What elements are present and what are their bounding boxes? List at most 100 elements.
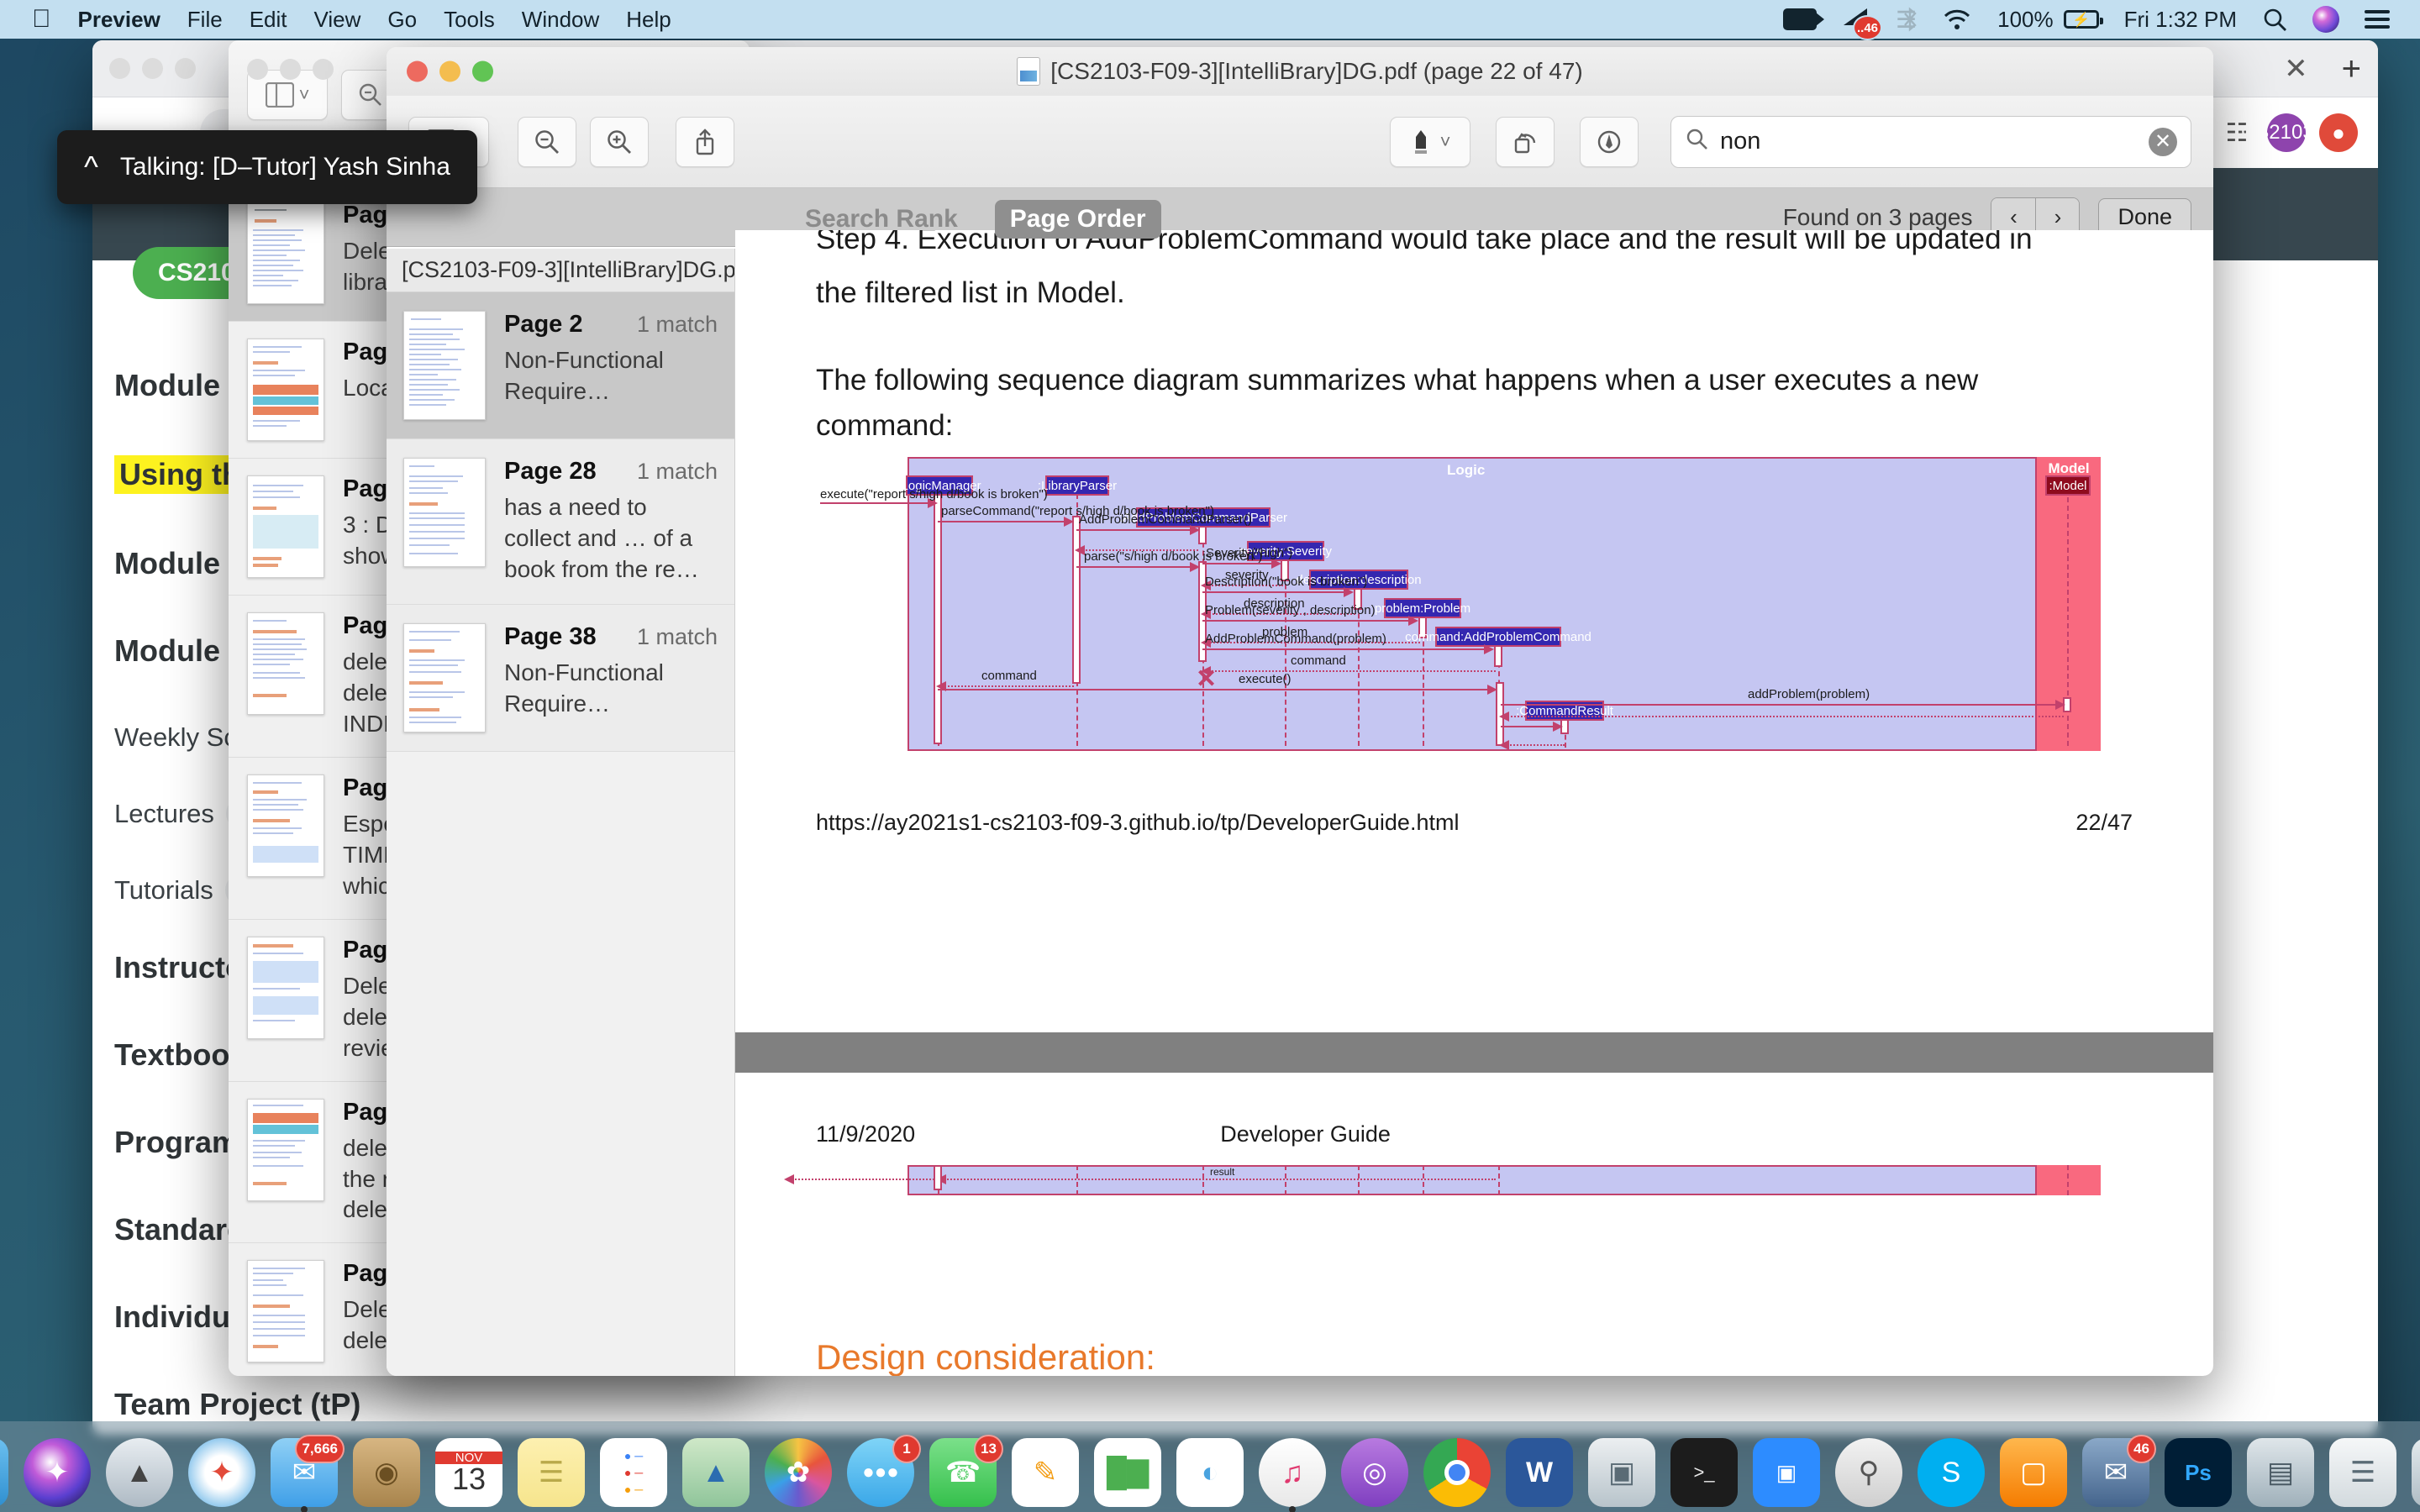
plus-icon[interactable]: + (2342, 52, 2361, 86)
preview-toolbar[interactable]: ˅ ˅ ✕ (387, 96, 2213, 188)
sidebar-item-team-project[interactable]: Team Project (tP) (114, 1387, 563, 1422)
macos-menu-bar[interactable]:  Preview File Edit View Go Tools Window… (0, 0, 2420, 39)
dock-item-documents[interactable]: ☰ (2329, 1438, 2396, 1507)
wifi-icon[interactable] (1942, 8, 1972, 31)
dock-item-terminal[interactable]: >_ (1670, 1438, 1738, 1507)
zoom-out-icon[interactable] (518, 117, 576, 167)
zoom-camera-icon[interactable] (1783, 8, 1817, 30)
rotate-icon[interactable] (1496, 117, 1555, 167)
msg-label-result: result (1210, 1166, 1234, 1178)
control-center-icon[interactable] (2365, 10, 2390, 29)
dock-item-music[interactable]: ♫ (1259, 1438, 1326, 1507)
list-item[interactable]: Page 38 1 match Non-Functional Require… (387, 605, 734, 752)
preview-front-sidebar[interactable]: [CS2103-F09-3][IntelliBrary]DG.pdf Pag (387, 249, 735, 1376)
dock-item-reminders[interactable]: ● ─● ─ ● ─ (600, 1438, 667, 1507)
dock-item-numbers[interactable]: █▇ (1094, 1438, 1161, 1507)
close-icon[interactable]: ✕ (2284, 55, 2308, 83)
menu-item-tools[interactable]: Tools (444, 7, 495, 33)
dock-item-finder[interactable]: ☺ (0, 1438, 8, 1507)
preview-window-front[interactable]: [CS2103-F09-3][IntelliBrary]DG.pdf (page… (387, 47, 2213, 1376)
battery-icon[interactable]: ⚡ (2064, 10, 2099, 29)
page-thumbnail (247, 937, 324, 1039)
search-input[interactable] (1720, 128, 2137, 155)
highlight-icon[interactable] (1580, 117, 1639, 167)
menu-item-help[interactable]: Help (626, 7, 671, 33)
list-item[interactable]: Page 2 1 match Non-Functional Require… (387, 292, 734, 439)
dock-item-contacts[interactable]: ◉ (353, 1438, 420, 1507)
menu-item-window[interactable]: Window (522, 7, 599, 33)
spotlight-search-icon[interactable] (2262, 7, 2287, 32)
page-thumbnail (247, 339, 324, 441)
traffic-lights-front[interactable] (407, 61, 493, 82)
chevron-down-icon[interactable]: ˅ (1440, 131, 1451, 153)
preview-front-results-list[interactable]: Page 2 1 match Non-Functional Require… (387, 292, 734, 752)
search-icon (1685, 127, 1708, 157)
dock-item-pages[interactable]: ✎ (1012, 1438, 1079, 1507)
close-button[interactable] (247, 59, 268, 80)
dock-item-skype[interactable]: S (1918, 1438, 1985, 1507)
list-item[interactable]: Page 28 1 match has a need to collect an… (387, 439, 734, 605)
dock-item-ibooks[interactable]: ▢ (2000, 1438, 2067, 1507)
preview-title-bar[interactable]: [CS2103-F09-3][IntelliBrary]DG.pdf (page… (387, 47, 2213, 96)
menu-item-edit[interactable]: Edit (250, 7, 287, 33)
close-button[interactable] (109, 58, 130, 79)
minimize-button[interactable] (439, 61, 460, 82)
dock-item-podcasts[interactable]: ◎ (1341, 1438, 1408, 1507)
menu-item-go[interactable]: Go (387, 7, 417, 33)
markup-pen-icon[interactable]: ˅ (1390, 117, 1470, 167)
dock-item-photos[interactable]: ✿ (765, 1438, 832, 1507)
dock-item-messages[interactable]: ●●● 1 (847, 1438, 914, 1507)
menu-item-preview[interactable]: Preview (78, 7, 160, 33)
bluetooth-icon[interactable]: ☰ (1896, 6, 1917, 34)
extension-red-icon[interactable]: ● (2319, 113, 2358, 152)
dock-item-spotlight-app[interactable]: ⚲ (1835, 1438, 1902, 1507)
menu-bar-clock[interactable]: Fri 1:32 PM (2124, 7, 2237, 33)
clear-icon[interactable]: ✕ (2149, 128, 2177, 156)
maximize-button[interactable] (472, 61, 493, 82)
tab-page-order[interactable]: Page Order (995, 200, 1161, 239)
dock-item-zoom[interactable]: ▣ (1753, 1438, 1820, 1507)
share-icon[interactable] (676, 117, 734, 167)
dock-item-maps[interactable]: ▲ (682, 1438, 750, 1507)
dock-item-photoshop[interactable]: Ps (2165, 1438, 2232, 1507)
apple-icon[interactable]:  (32, 7, 51, 32)
pdf-paragraph-1: the filtered list in Model. (816, 270, 1125, 316)
minimize-button[interactable] (142, 58, 163, 79)
msg-arrow-problem (1202, 620, 1417, 622)
dock-item-trash[interactable]: ◫ (2412, 1438, 2420, 1507)
dock-item-word[interactable]: W (1506, 1438, 1573, 1507)
sidebar-tabs[interactable]: Search Rank Page Order (790, 200, 1161, 239)
traffic-lights-back[interactable] (247, 59, 334, 80)
battery-percent[interactable]: 100% (1997, 7, 2054, 33)
search-field[interactable]: ✕ (1670, 116, 2191, 168)
dock-item-calendar[interactable]: NOV 13 (435, 1438, 502, 1507)
maximize-button[interactable] (313, 59, 334, 80)
menu-item-view[interactable]: View (314, 7, 361, 33)
chevron-up-icon[interactable]: ^ (84, 152, 98, 182)
macos-dock[interactable]: ☺ ✦ ▲ ✦ ✉ 7,666 ◉ NOV 13 ☰ ● ─● ─ ● ─ ▲ … (0, 1421, 2420, 1512)
menu-bar-status-area[interactable]: ..46 ☰ 100% ⚡ Fri 1:32 PM (1783, 6, 2390, 34)
dock-item-notes[interactable]: ☰ (518, 1438, 585, 1507)
dock-item-mail[interactable]: ✉ 7,666 (271, 1438, 338, 1507)
dock-item-keynote[interactable]: ◐ (1176, 1438, 1244, 1507)
dock-item-launchpad[interactable]: ▲ (106, 1438, 173, 1507)
pdf-content-pane[interactable]: Step 4. Execution of AddProblemCommand w… (735, 230, 2213, 1376)
dock-item-mailbox2[interactable]: ✉ 46 (2082, 1438, 2149, 1507)
mail-menu-icon[interactable]: ..46 (1842, 7, 1870, 32)
dock-item-preview[interactable]: ▣ (1588, 1438, 1655, 1507)
dock-item-downloads[interactable]: ▤ (2247, 1438, 2314, 1507)
dock-item-siri[interactable]: ✦ (24, 1438, 91, 1507)
siri-icon[interactable] (2312, 6, 2339, 33)
talking-hud[interactable]: ^ Talking: [D–Tutor] Yash Sinha (57, 130, 477, 204)
dock-item-chrome[interactable] (1423, 1438, 1491, 1507)
profile-avatar[interactable]: CS2103/T (2267, 113, 2306, 152)
menu-item-file[interactable]: File (187, 7, 223, 33)
zoom-in-icon[interactable] (590, 117, 649, 167)
dock-item-facetime[interactable]: ☎ 13 (929, 1438, 997, 1507)
close-button[interactable] (407, 61, 428, 82)
browser-traffic-lights[interactable] (109, 58, 196, 79)
maximize-button[interactable] (175, 58, 196, 79)
tab-search-rank[interactable]: Search Rank (790, 200, 973, 239)
minimize-button[interactable] (280, 59, 301, 80)
dock-item-safari[interactable]: ✦ (188, 1438, 255, 1507)
